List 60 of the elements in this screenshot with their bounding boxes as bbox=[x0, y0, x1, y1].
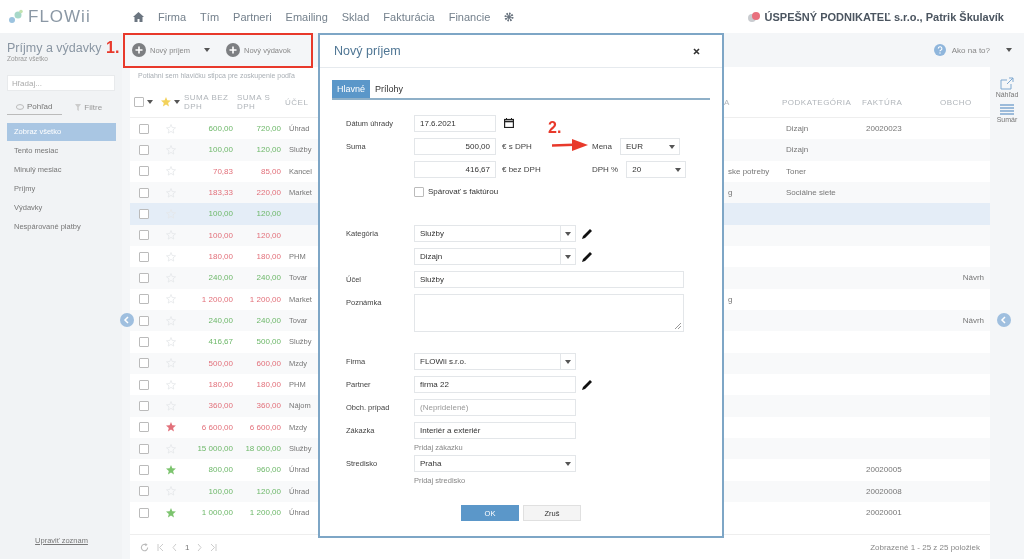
table-cell-text: 120,00 bbox=[255, 145, 282, 155]
table-cell: Dizajn bbox=[786, 124, 809, 134]
table-cell-text: 960,00 bbox=[255, 465, 282, 475]
table-cell-text: 120,00 bbox=[255, 209, 282, 219]
table-cell-text: 70,83 bbox=[211, 166, 234, 176]
table-cell-text: 360,00 bbox=[207, 401, 234, 411]
table-cell-text: 180,00 bbox=[255, 252, 282, 262]
table-cell-text: 600,00 bbox=[255, 358, 282, 368]
table-cell-text: 120,00 bbox=[255, 230, 282, 240]
table-cell-text: 15 000,00 bbox=[196, 444, 234, 454]
table-cell: Sociálne siete bbox=[786, 188, 836, 198]
table-cell-text: 1 000,00 bbox=[200, 508, 234, 518]
table-cell-text: 600,00 bbox=[207, 124, 234, 134]
table-cell-text: 100,00 bbox=[207, 209, 234, 219]
table-cell-text: 720,00 bbox=[255, 124, 282, 134]
table-cell: Toner bbox=[786, 166, 806, 176]
table-cell-text: 240,00 bbox=[255, 273, 282, 283]
unit-label: € s DPH bbox=[501, 141, 533, 151]
table-cell-text: 18 000,00 bbox=[244, 444, 282, 454]
table-cell: 20020001 bbox=[866, 508, 902, 518]
pagination-summary: Zobrazené 1 - 25 z 25 položiek bbox=[870, 542, 980, 552]
table-cell-text: 240,00 bbox=[207, 273, 234, 283]
table-cell-text: 240,00 bbox=[207, 316, 234, 326]
dialog-title: Nový príjem bbox=[334, 44, 401, 58]
table-cell-text: 6 600,00 bbox=[248, 422, 282, 432]
table-cell-text: 220,00 bbox=[255, 188, 282, 198]
table-cell-text: 360,00 bbox=[255, 401, 282, 411]
table-cell-text: 180,00 bbox=[207, 380, 234, 390]
table-cell: 20020005 bbox=[866, 465, 902, 475]
table-cell-text: 1 200,00 bbox=[248, 294, 282, 304]
unit-label: € bez DPH bbox=[501, 164, 542, 174]
page-title: Príjmy a výdavky bbox=[7, 41, 102, 55]
table-cell: 20020023 bbox=[866, 124, 902, 134]
table-cell-text: 100,00 bbox=[207, 230, 234, 240]
table-cell-text: 800,00 bbox=[207, 465, 234, 475]
table-cell-text: 1 200,00 bbox=[248, 508, 282, 518]
table-cell-text: 180,00 bbox=[255, 380, 282, 390]
table-cell-text: 180,00 bbox=[207, 252, 234, 262]
table-cell-text: 1 200,00 bbox=[200, 294, 234, 304]
table-cell: ske potreby bbox=[728, 166, 770, 176]
table-cell-text: 6 600,00 bbox=[200, 422, 234, 432]
table-cell-text: 85,00 bbox=[259, 166, 282, 176]
table-cell-text: 416,67 bbox=[207, 337, 234, 347]
table-cell-text: 100,00 bbox=[207, 486, 234, 496]
table-cell-text: 500,00 bbox=[207, 358, 234, 368]
table-cell: Dizajn bbox=[786, 145, 809, 155]
field-label: DPH % bbox=[592, 164, 619, 174]
table-cell-text: 240,00 bbox=[255, 316, 282, 326]
table-cell: g bbox=[728, 294, 733, 304]
table-cell: g bbox=[728, 188, 733, 198]
step-number: 1. bbox=[106, 39, 120, 57]
table-cell: Návrh bbox=[962, 273, 984, 283]
table-cell-text: 100,00 bbox=[207, 145, 234, 155]
field-label: Mena bbox=[592, 141, 612, 151]
table-cell-text: 500,00 bbox=[255, 337, 282, 347]
table-cell: Návrh bbox=[962, 316, 984, 326]
table-cell-text: 183,33 bbox=[207, 188, 234, 198]
step-number: 2. bbox=[548, 119, 562, 137]
table-cell-text: 120,00 bbox=[255, 486, 282, 496]
table-cell: 20020008 bbox=[866, 486, 902, 496]
